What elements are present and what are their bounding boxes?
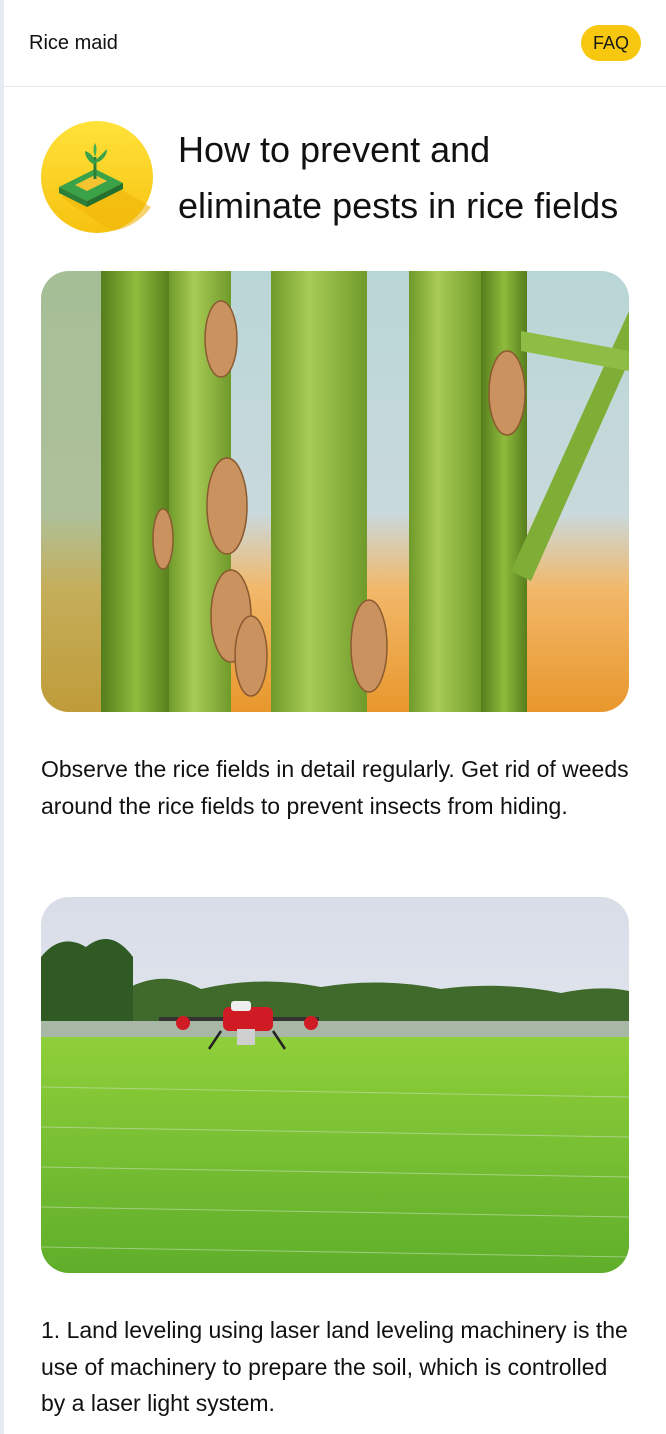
app-name: Rice maid — [29, 32, 118, 54]
rice-field-sprout-icon — [41, 121, 153, 233]
top-bar: Rice maid FAQ — [4, 0, 666, 87]
faq-button[interactable]: FAQ — [581, 25, 641, 61]
pest-on-rice-stems-image — [41, 271, 629, 712]
drone-over-rice-field-image — [41, 897, 629, 1273]
left-rail — [0, 0, 4, 1434]
page: Rice maid FAQ How to prevent and elimina… — [0, 0, 666, 1434]
page-title: How to prevent and eliminate pests in ri… — [178, 129, 619, 226]
paragraph-land-leveling: 1. Land leveling using laser land leveli… — [41, 1317, 628, 1416]
paragraph-observe: Observe the rice fields in detail regula… — [41, 756, 629, 819]
